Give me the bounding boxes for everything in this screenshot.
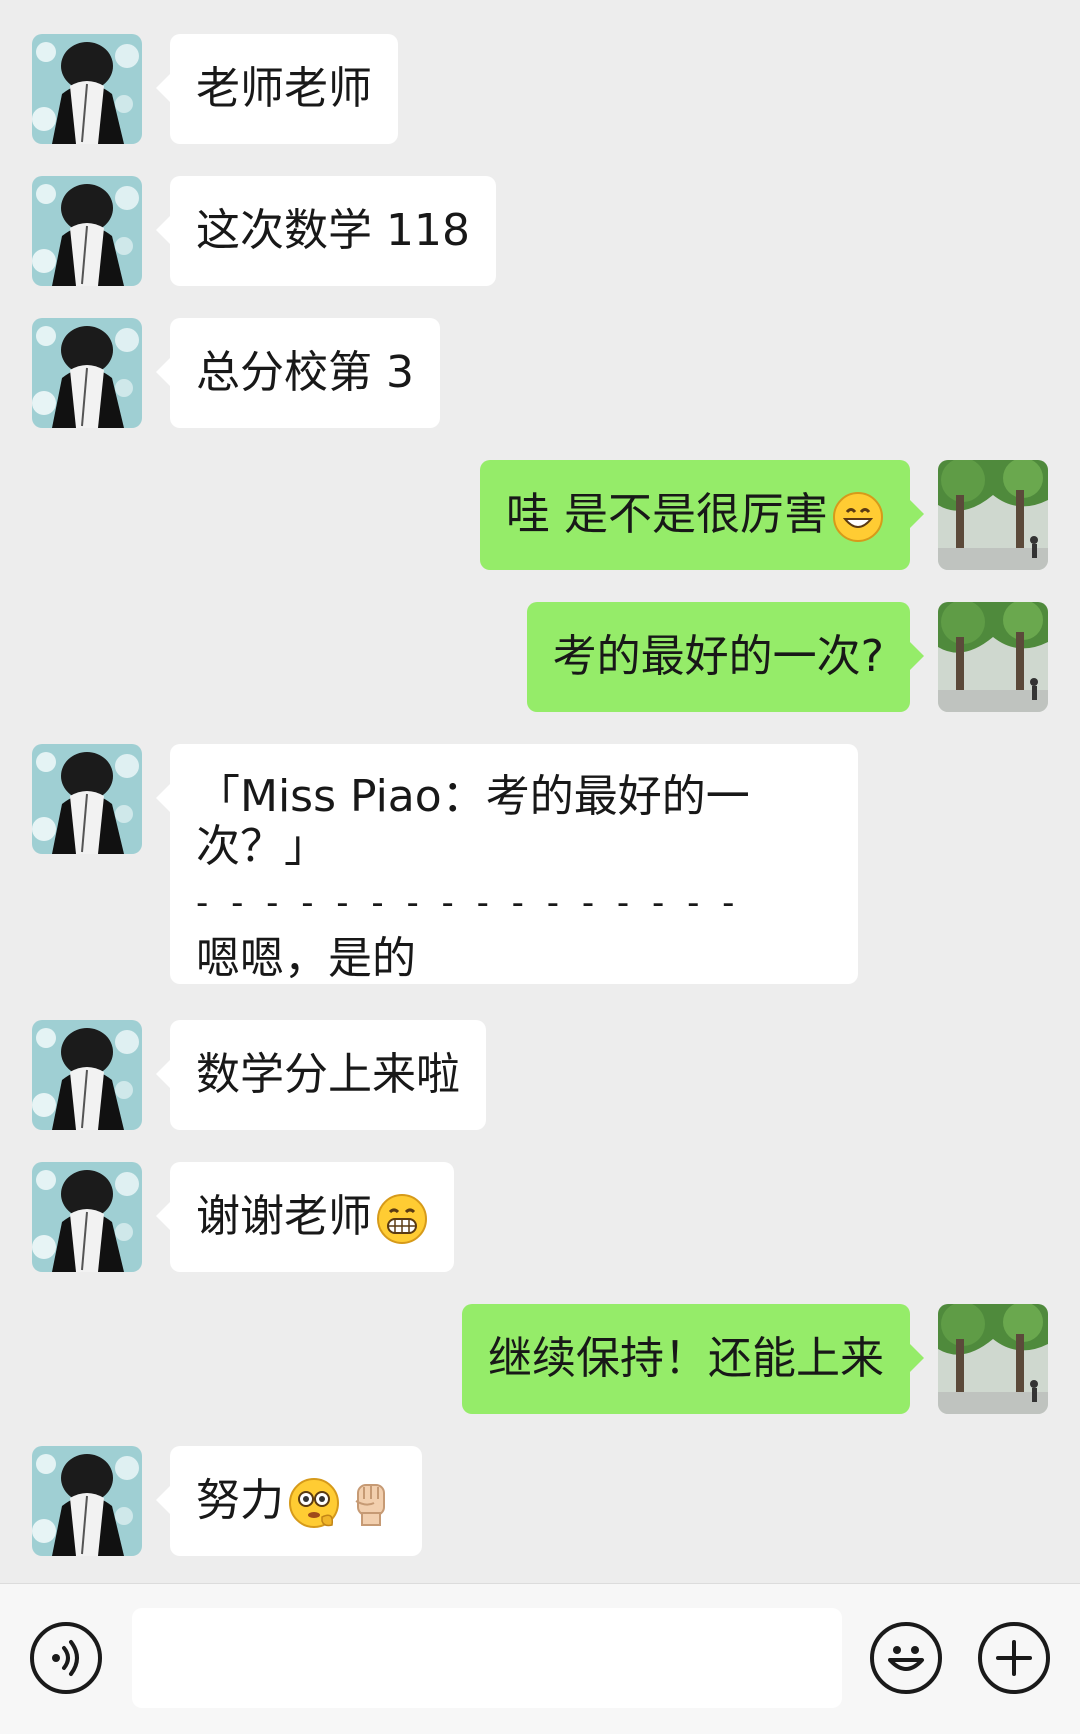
more-button[interactable] <box>978 1622 1050 1694</box>
received-message-bubble[interactable]: 老师老师 <box>156 34 398 144</box>
message-row: 这次数学 118 <box>0 176 1080 288</box>
received-message-bubble[interactable]: 数学分上来啦 <box>156 1020 486 1130</box>
message-row: 数学分上来啦 <box>0 1020 1080 1132</box>
raised-fist-emoji <box>344 1477 396 1529</box>
smiley-icon <box>888 1646 924 1671</box>
received-message-bubble[interactable]: 「Miss Piao：考的最好的一次？」 - - - - - - - - - -… <box>156 744 858 984</box>
fighting-face-emoji <box>288 1477 340 1529</box>
contact-avatar[interactable] <box>32 34 142 144</box>
message-text: 哇 是不是很厉害 <box>506 489 828 540</box>
sent-message-bubble[interactable]: 继续保持！还能上来 <box>462 1304 924 1414</box>
received-message-bubble[interactable]: 总分校第 3 <box>156 318 440 428</box>
message-text: 老师老师 <box>196 63 372 114</box>
message-text: 继续保持！还能上来 <box>488 1333 884 1384</box>
contact-avatar[interactable] <box>32 318 142 428</box>
emoji-button[interactable] <box>870 1622 942 1694</box>
input-bar <box>0 1583 1080 1734</box>
voice-wave-icon <box>52 1640 79 1676</box>
message-text: 考的最好的一次? <box>552 631 884 682</box>
sent-message-bubble[interactable]: 考的最好的一次? <box>526 602 925 712</box>
message-row: 哇 是不是很厉害 <box>0 460 1080 572</box>
received-message-bubble[interactable]: 这次数学 118 <box>156 176 496 286</box>
quote-divider: - - - - - - - - - - - - - - - - <box>196 883 741 923</box>
message-text: 嗯嗯，是的 <box>196 933 416 984</box>
received-message-bubble[interactable]: 谢谢老师 <box>156 1162 454 1272</box>
my-avatar[interactable] <box>938 460 1048 570</box>
sent-message-bubble[interactable]: 哇 是不是很厉害 <box>480 460 924 570</box>
contact-avatar[interactable] <box>32 1162 142 1272</box>
message-row: 总分校第 3 <box>0 318 1080 430</box>
message-row: 老师老师 <box>0 34 1080 146</box>
message-text: 努力 <box>196 1475 284 1526</box>
message-row: 继续保持！还能上来 <box>0 1304 1080 1416</box>
message-text: 总分校第 3 <box>196 347 414 398</box>
contact-avatar[interactable] <box>32 1446 142 1556</box>
contact-avatar[interactable] <box>32 176 142 286</box>
contact-avatar[interactable] <box>32 744 142 854</box>
contact-avatar[interactable] <box>32 1020 142 1130</box>
quoted-message: 「Miss Piao：考的最好的一次？」 <box>196 771 750 872</box>
message-input[interactable] <box>132 1608 842 1708</box>
message-text: 谢谢老师 <box>196 1191 372 1242</box>
grin-teeth-emoji <box>376 1193 428 1245</box>
message-row: 努力 <box>0 1446 1080 1558</box>
chat-area[interactable]: 老师老师 这次数学 118 总分校第 3 哇 是不是很厉害 考的最好的一次? 「… <box>0 0 1080 1584</box>
my-avatar[interactable] <box>938 1304 1048 1414</box>
received-message-bubble[interactable]: 努力 <box>156 1446 422 1556</box>
message-row: 「Miss Piao：考的最好的一次？」 - - - - - - - - - -… <box>0 744 1080 988</box>
message-text: 数学分上来啦 <box>196 1049 460 1100</box>
grinning-face-emoji <box>832 491 884 543</box>
message-row: 考的最好的一次? <box>0 602 1080 714</box>
my-avatar[interactable] <box>938 602 1048 712</box>
message-text: 这次数学 118 <box>196 205 470 256</box>
message-row: 谢谢老师 <box>0 1162 1080 1274</box>
voice-button[interactable] <box>30 1622 102 1694</box>
plus-icon <box>996 1640 1032 1676</box>
